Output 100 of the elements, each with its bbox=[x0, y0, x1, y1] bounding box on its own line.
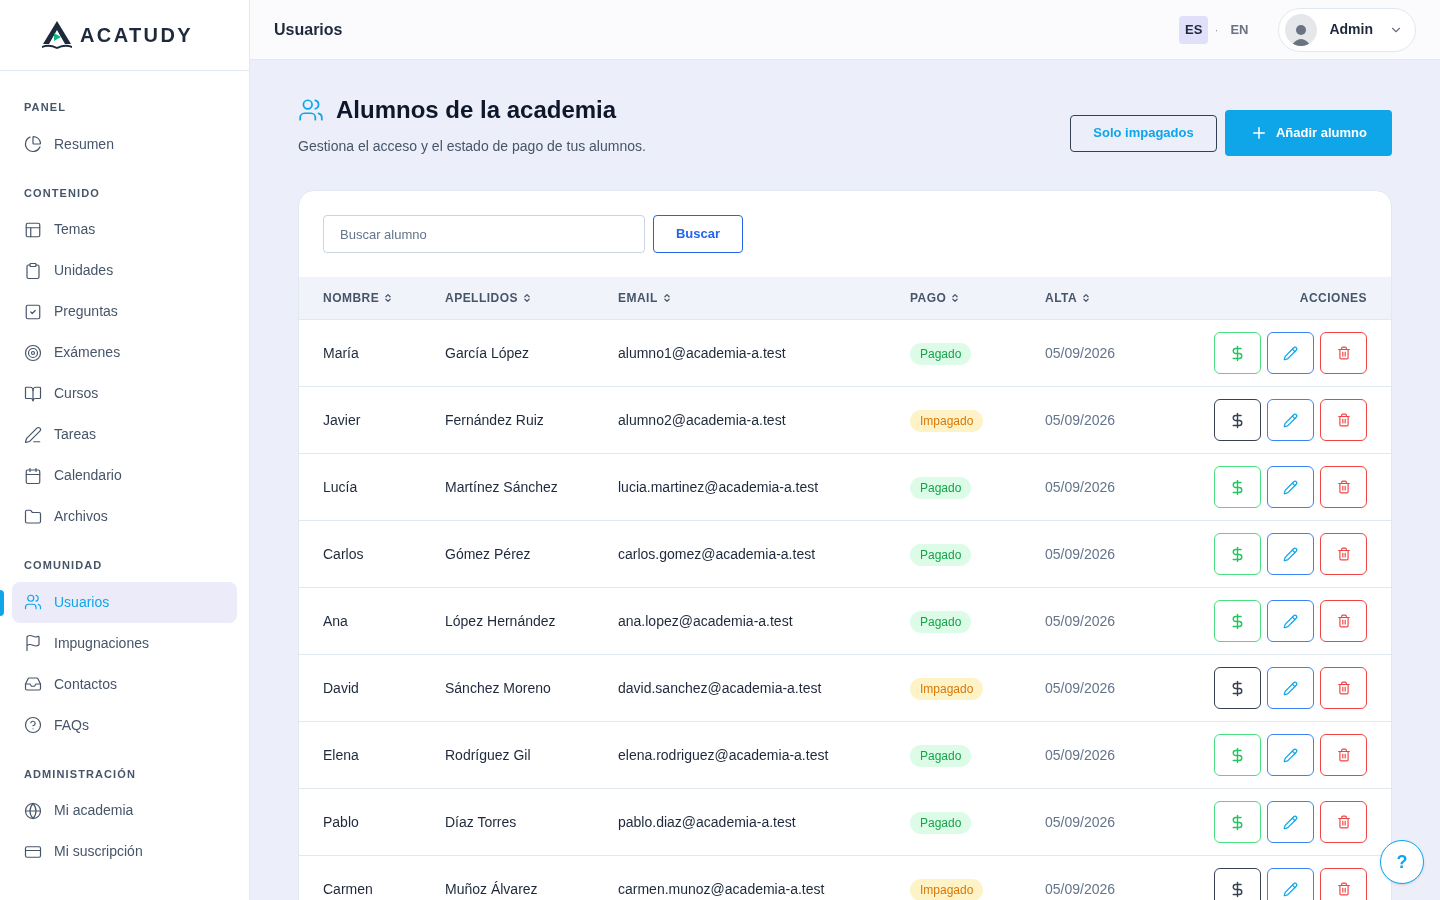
sidebar-item[interactable]: Resumen bbox=[12, 123, 237, 165]
search-button[interactable]: Buscar bbox=[653, 215, 743, 253]
email-cell: lucia.martinez@academia-a.test bbox=[618, 478, 819, 495]
sidebar-item[interactable]: Exámenes bbox=[12, 332, 237, 373]
trash-icon bbox=[1336, 547, 1351, 561]
section-heading: PANEL bbox=[23, 100, 67, 115]
edit-button[interactable] bbox=[1267, 734, 1314, 776]
pencil-icon bbox=[1283, 412, 1298, 428]
name-cell: David bbox=[323, 679, 359, 696]
edit-button[interactable] bbox=[1267, 332, 1314, 374]
sidebar-item[interactable]: Tareas bbox=[12, 414, 237, 455]
delete-button[interactable] bbox=[1320, 734, 1367, 776]
surname-cell: Martínez Sánchez bbox=[445, 478, 558, 495]
payment-status: Pagado bbox=[910, 543, 972, 566]
surname-cell: Gómez Pérez bbox=[445, 545, 531, 562]
date-cell: 05/09/2026 bbox=[1045, 478, 1116, 495]
pencil-icon bbox=[1283, 814, 1298, 830]
target-icon bbox=[24, 343, 42, 362]
users-icon bbox=[24, 593, 42, 611]
sidebar-item[interactable]: Archivos bbox=[12, 496, 237, 537]
sidebar-item[interactable]: Unidades bbox=[12, 250, 237, 291]
sidebar-item[interactable]: Impugnaciones bbox=[12, 622, 237, 664]
column-header[interactable]: EMAIL bbox=[618, 289, 672, 307]
sidebar-item[interactable]: Calendario bbox=[12, 455, 237, 496]
edit-button[interactable] bbox=[1267, 600, 1314, 642]
book-icon bbox=[24, 384, 42, 403]
pencil-icon bbox=[1283, 345, 1298, 361]
name-cell: Carlos bbox=[323, 545, 364, 562]
sidebar-item[interactable]: FAQs bbox=[12, 704, 237, 746]
inbox-icon bbox=[24, 675, 42, 693]
user-menu[interactable]: Admin bbox=[1278, 7, 1416, 52]
layout-icon bbox=[24, 220, 42, 239]
delete-button[interactable] bbox=[1320, 868, 1367, 900]
column-header[interactable]: PAGO bbox=[910, 289, 961, 307]
search-field[interactable]: Buscar alumno bbox=[323, 215, 645, 253]
delete-button[interactable] bbox=[1320, 801, 1367, 843]
sidebar-item[interactable]: Preguntas bbox=[12, 291, 237, 332]
payment-status: Pagado bbox=[910, 811, 972, 834]
trash-icon bbox=[1336, 748, 1351, 762]
edit-button[interactable] bbox=[1267, 399, 1314, 441]
column-header[interactable]: ALTA bbox=[1045, 289, 1092, 307]
active-indicator bbox=[0, 589, 4, 616]
avatar-icon bbox=[1285, 13, 1318, 46]
email-cell: david.sanchez@academia-a.test bbox=[618, 679, 822, 696]
edit-button[interactable] bbox=[1267, 868, 1314, 900]
trash-icon bbox=[1336, 480, 1351, 494]
email-cell: pablo.diaz@academia-a.test bbox=[618, 813, 796, 830]
payment-button[interactable] bbox=[1214, 667, 1261, 709]
edit-button[interactable] bbox=[1267, 667, 1314, 709]
date-cell: 05/09/2026 bbox=[1045, 813, 1116, 830]
name-cell: Javier bbox=[323, 411, 361, 428]
email-cell: ana.lopez@academia-a.test bbox=[618, 612, 793, 629]
delete-button[interactable] bbox=[1320, 533, 1367, 575]
edit-button[interactable] bbox=[1267, 801, 1314, 843]
payment-button[interactable] bbox=[1214, 868, 1261, 900]
sort-icon bbox=[661, 293, 672, 303]
payment-status: Impagado bbox=[910, 677, 984, 700]
sort-icon bbox=[950, 293, 961, 303]
sidebar-item[interactable]: Mi suscripción bbox=[12, 831, 237, 872]
language-option[interactable]: ES bbox=[1179, 15, 1209, 44]
trash-icon bbox=[1336, 681, 1351, 695]
sidebar-item[interactable]: Contactos bbox=[12, 663, 237, 705]
edit-button[interactable] bbox=[1267, 466, 1314, 508]
surname-cell: García López bbox=[445, 344, 530, 361]
column-header[interactable]: APELLIDOS bbox=[445, 289, 532, 307]
surname-cell: Rodríguez Gil bbox=[445, 746, 531, 763]
pencil-icon bbox=[1283, 479, 1298, 495]
language-option[interactable]: EN bbox=[1224, 15, 1255, 44]
column-header[interactable]: NOMBRE bbox=[323, 289, 394, 307]
sidebar-item[interactable]: Mi academia bbox=[12, 790, 237, 831]
surname-cell: Muñoz Álvarez bbox=[445, 880, 538, 897]
pencil-icon bbox=[1283, 747, 1298, 763]
surname-cell: Fernández Ruiz bbox=[445, 411, 544, 428]
clipboard-icon bbox=[24, 261, 42, 280]
payment-status: Pagado bbox=[910, 610, 972, 633]
surname-cell: Díaz Torres bbox=[445, 813, 517, 830]
page-subtitle: Gestiona el acceso y el estado de pago de tus alumnos. bbox=[298, 137, 646, 156]
delete-button[interactable] bbox=[1320, 667, 1367, 709]
pie-chart-icon bbox=[24, 135, 42, 153]
delete-button[interactable] bbox=[1320, 332, 1367, 374]
edit-button[interactable] bbox=[1267, 533, 1314, 575]
email-cell: alumno2@academia-a.test bbox=[618, 411, 786, 428]
help-icon bbox=[24, 716, 42, 734]
pencil-icon bbox=[1283, 613, 1298, 629]
sidebar-item[interactable]: Temas bbox=[12, 209, 237, 250]
delete-button[interactable] bbox=[1320, 466, 1367, 508]
payment-button[interactable] bbox=[1214, 399, 1261, 441]
brand-name: ACATUDY bbox=[79, 23, 194, 48]
flag-icon bbox=[24, 634, 42, 652]
section-heading: ADMINISTRACIÓN bbox=[23, 766, 137, 782]
trash-icon bbox=[1336, 346, 1351, 360]
name-cell: Lucía bbox=[323, 478, 358, 495]
name-cell: María bbox=[323, 344, 359, 361]
calendar-icon bbox=[24, 466, 42, 485]
checkbox-icon bbox=[24, 302, 42, 321]
delete-button[interactable] bbox=[1320, 399, 1367, 441]
sort-icon bbox=[522, 293, 532, 303]
trash-icon bbox=[1336, 614, 1351, 628]
delete-button[interactable] bbox=[1320, 600, 1367, 642]
sidebar-item[interactable]: Cursos bbox=[12, 373, 237, 414]
